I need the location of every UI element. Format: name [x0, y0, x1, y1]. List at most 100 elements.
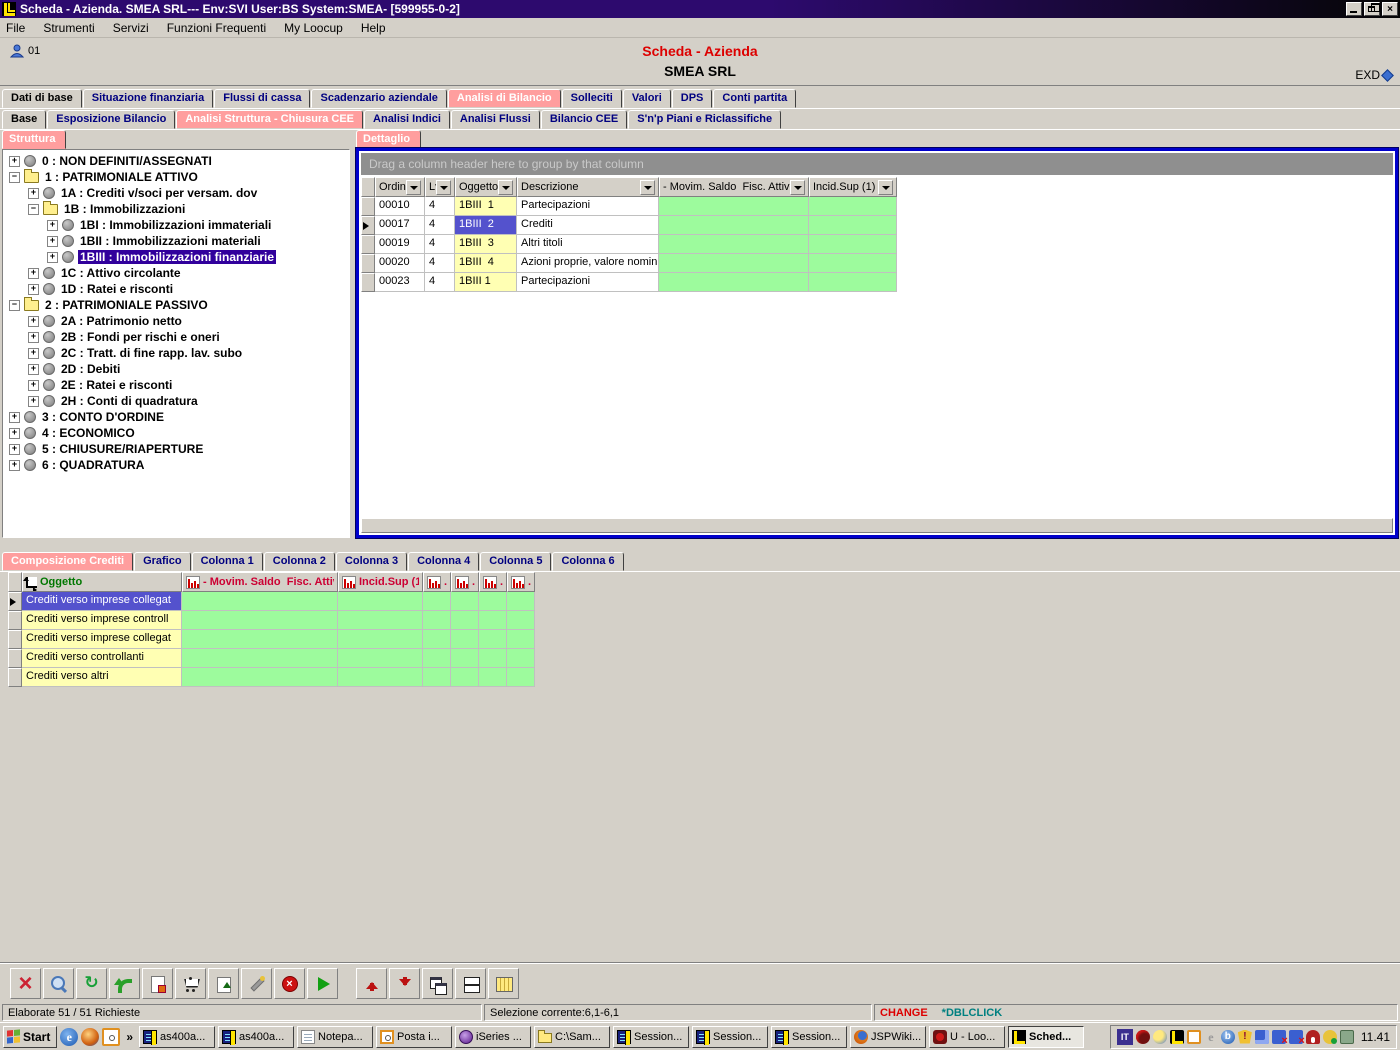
media-player-icon[interactable] [81, 1028, 99, 1046]
cell-descrizione[interactable]: Azioni proprie, valore nomin. [517, 254, 659, 273]
cell-ordine[interactable]: 00020 [375, 254, 425, 273]
wireless-alert-icon[interactable] [1306, 1030, 1320, 1044]
loocup-icon[interactable] [1136, 1030, 1150, 1044]
tree-expander[interactable]: + [9, 460, 20, 471]
tree-expander[interactable]: + [9, 444, 20, 455]
column-header-incid-sup-1[interactable]: Incid.Sup (1) [809, 177, 897, 197]
tree-expander[interactable]: + [28, 380, 39, 391]
security-shield-icon[interactable]: ! [1238, 1030, 1252, 1044]
menu-help[interactable]: Help [361, 21, 386, 35]
tree-expander[interactable]: + [28, 268, 39, 279]
tree-item-label[interactable]: 2 : PATRIMONIALE PASSIVO [43, 298, 210, 312]
row-selector[interactable] [361, 254, 375, 273]
run-button[interactable] [307, 968, 338, 999]
tab-struttura[interactable]: Struttura [2, 130, 66, 149]
row-selector[interactable] [8, 649, 22, 668]
tree-item-1bi[interactable]: +1BI : Immobilizzazioni immateriali [3, 217, 349, 233]
subtab-analisi-indici[interactable]: Analisi Indici [364, 110, 450, 129]
task-session[interactable]: Session... [771, 1026, 847, 1048]
table-row[interactable]: 0001941BIII 3Altri titoli [361, 235, 1395, 254]
network-icon[interactable] [1255, 1030, 1269, 1044]
revert-button[interactable] [109, 968, 140, 999]
tab-dettaglio[interactable]: Dettaglio [356, 130, 421, 149]
groupby-hint[interactable]: Drag a column header here to group by th… [361, 153, 1393, 175]
menu-servizi[interactable]: Servizi [113, 21, 149, 35]
cell-value[interactable] [423, 592, 451, 611]
tree-expander[interactable]: + [47, 220, 58, 231]
tab-flussi-di-cassa[interactable]: Flussi di cassa [214, 89, 310, 108]
cell-ordine[interactable]: 00010 [375, 197, 425, 216]
tree-item-2a[interactable]: +2A : Patrimonio netto [3, 313, 349, 329]
task-posta-i[interactable]: Posta i... [376, 1026, 452, 1048]
tab-solleciti[interactable]: Solleciti [562, 89, 622, 108]
column-header-movim-saldo-fisc-attivo[interactable]: - Movim. Saldo Fisc. Attivo [659, 177, 809, 197]
tab-dps[interactable]: DPS [672, 89, 713, 108]
internet-explorer-icon[interactable]: e [60, 1028, 78, 1046]
task-c-sam[interactable]: C:\Sam... [534, 1026, 610, 1048]
tree-item-label[interactable]: 4 : ECONOMICO [40, 426, 137, 440]
task-jspwiki[interactable]: JSPWiki... [850, 1026, 926, 1048]
row-selector[interactable] [361, 273, 375, 292]
tree-item-2d[interactable]: +2D : Debiti [3, 361, 349, 377]
cell-value[interactable] [423, 630, 451, 649]
menu-funzioni-frequenti[interactable]: Funzioni Frequenti [167, 21, 266, 35]
quick-launch-overflow[interactable]: » [123, 1030, 136, 1044]
cell-descrizione[interactable]: Partecipazioni [517, 273, 659, 292]
tree-item-label[interactable]: 1 : PATRIMONIALE ATTIVO [43, 170, 200, 184]
cell-oggetto[interactable]: 1BIII 2 [455, 216, 517, 235]
tree-expander[interactable]: + [28, 284, 39, 295]
task-notepa[interactable]: Notepa... [297, 1026, 373, 1048]
composition-row[interactable]: Crediti verso imprese collegat [8, 592, 535, 611]
tree-item-label[interactable]: 1C : Attivo circolante [59, 266, 183, 280]
restore-button[interactable] [1364, 2, 1380, 16]
row-selector[interactable] [8, 668, 22, 687]
cell-value[interactable] [479, 611, 507, 630]
tree-expander[interactable]: + [28, 188, 39, 199]
package-icon[interactable] [1340, 1030, 1354, 1044]
tree-expander[interactable]: − [9, 300, 20, 311]
composition-row[interactable]: Crediti verso imprese collegat [8, 630, 535, 649]
bottom-tab-colonna-5[interactable]: Colonna 5 [480, 552, 551, 571]
tree-item-1b[interactable]: −1B : Immobilizzazioni [3, 201, 349, 217]
cell-descrizione[interactable]: Altri titoli [517, 235, 659, 254]
tree-item-6[interactable]: +6 : QUADRATURA [3, 457, 349, 473]
tree-item-2b[interactable]: +2B : Fondi per rischi e oneri [3, 329, 349, 345]
cell-value[interactable] [479, 649, 507, 668]
network-error-2-icon[interactable] [1289, 1030, 1303, 1044]
subtab-base[interactable]: Base [2, 110, 46, 129]
tree-expander[interactable]: + [9, 156, 20, 167]
tree-item-label[interactable]: 5 : CHIUSURE/RIAPERTURE [40, 442, 205, 456]
tree-item-2h[interactable]: +2H : Conti di quadratura [3, 393, 349, 409]
tree-item-label[interactable]: 2A : Patrimonio netto [59, 314, 184, 328]
cell-value[interactable] [338, 611, 423, 630]
task-session[interactable]: Session... [613, 1026, 689, 1048]
bottom-tab-colonna-4[interactable]: Colonna 4 [408, 552, 479, 571]
tile-button[interactable] [455, 968, 486, 999]
refresh-button[interactable] [76, 968, 107, 999]
tree-item-1a[interactable]: +1A : Crediti v/soci per versam. dov [3, 185, 349, 201]
tab-scadenzario-aziendale[interactable]: Scadenzario aziendale [311, 89, 446, 108]
tree-expander[interactable]: + [9, 428, 20, 439]
cell-value[interactable] [507, 630, 535, 649]
cell-ordine[interactable]: 00023 [375, 273, 425, 292]
cell-value[interactable] [423, 649, 451, 668]
menu-my-loocup[interactable]: My Loocup [284, 21, 343, 35]
cell-lv[interactable]: 4 [425, 254, 455, 273]
cell-value[interactable] [507, 592, 535, 611]
column-header-dot-4[interactable]: . [451, 572, 479, 592]
columns-button[interactable] [488, 968, 519, 999]
tree-item-2c[interactable]: +2C : Tratt. di fine rapp. lav. subo [3, 345, 349, 361]
tab-dati-di-base[interactable]: Dati di base [2, 89, 82, 108]
row-selector[interactable] [361, 235, 375, 254]
bottom-tab-colonna-3[interactable]: Colonna 3 [336, 552, 407, 571]
cell-descrizione[interactable]: Partecipazioni [517, 197, 659, 216]
cell-movim-saldo-fisc-attivo[interactable] [659, 273, 809, 292]
move-up-button[interactable] [356, 968, 387, 999]
internet-explorer-icon[interactable]: e [1204, 1030, 1218, 1044]
cell-value[interactable] [507, 649, 535, 668]
minimize-button[interactable] [1346, 2, 1362, 16]
column-header-descrizione[interactable]: Descrizione [517, 177, 659, 197]
cell-incid-sup-1[interactable] [809, 273, 897, 292]
updates-badge-icon[interactable] [1323, 1030, 1337, 1044]
cell-movim-saldo-fisc-attivo[interactable] [659, 235, 809, 254]
